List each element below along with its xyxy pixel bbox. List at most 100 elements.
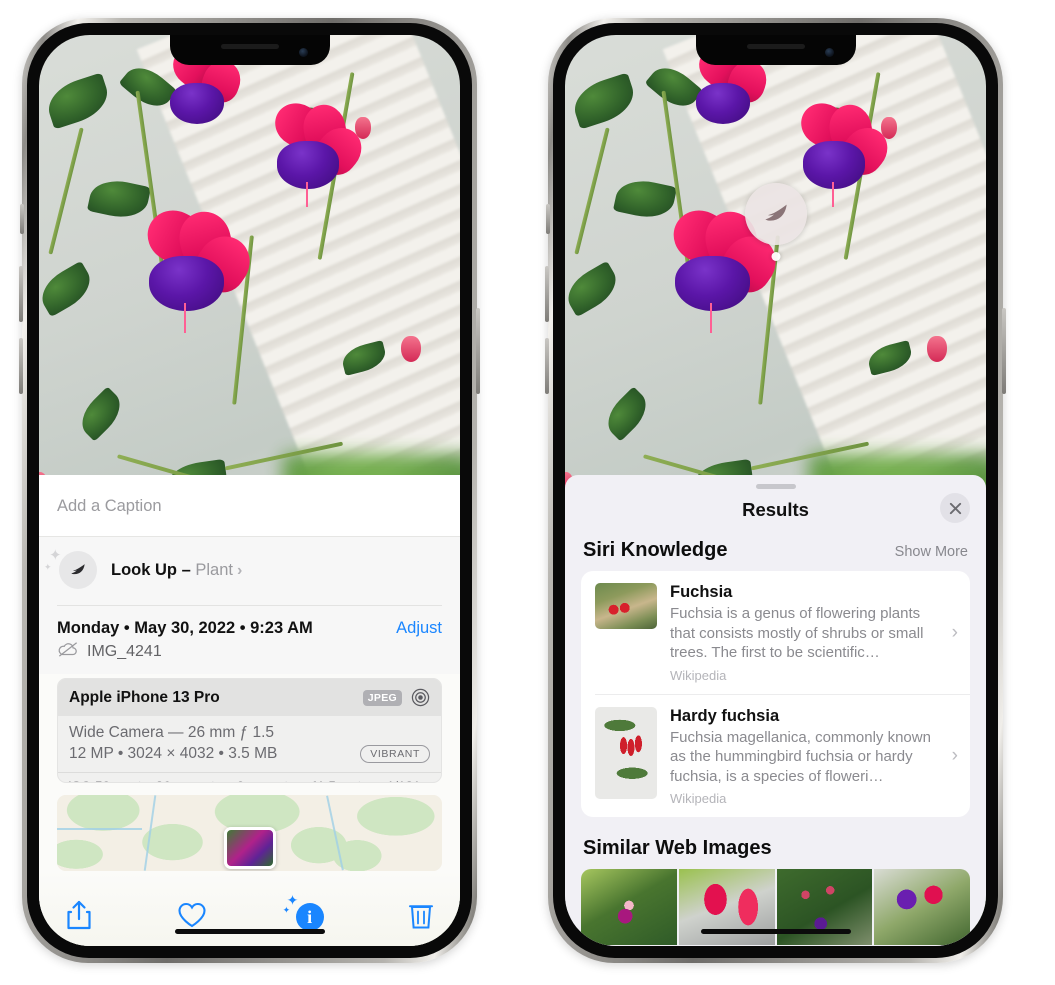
display-notch [169,35,330,65]
photo-info-sheet: Add a Caption ✦ ✦ Look Up – Plant › Mond… [39,475,460,946]
info-badge: i [295,903,324,932]
siri-knowledge-header: Siri Knowledge Show More [565,537,986,571]
aperture-icon [411,688,430,707]
location-map[interactable] [57,794,442,871]
volume-down-button[interactable] [19,338,23,394]
screenshot-stage: Add a Caption ✦ ✦ Look Up – Plant › Mond… [0,0,1055,985]
file-name: IMG_4241 [87,642,162,660]
metadata-date-row: Monday • May 30, 2022 • 9:23 AM Adjust [57,606,442,641]
results-sheet: Results Siri Knowledge Show More Fuchsia… [565,475,986,946]
exif-stats-row: ISO 50 | 26 mm | 0 ev | ƒ1.5 | 1/181 s [58,772,441,782]
front-camera [298,48,308,57]
look-up-subject: Plant [195,560,233,579]
image-size-info: 12 MP • 3024 × 4032 • 3.5 MB [69,745,278,762]
chevron-right-icon: › [951,745,958,767]
leaf [73,386,129,442]
caption-input[interactable]: Add a Caption [39,475,460,537]
leaf [565,260,624,318]
silent-switch[interactable] [546,204,550,234]
leaf-icon [59,551,97,589]
chevron-right-icon: › [236,561,243,579]
stem [48,127,84,255]
sparkle-icon: ✦ [282,905,291,916]
stem [574,127,610,255]
result-text: Fuchsia Fuchsia is a genus of flowering … [670,583,935,683]
exif-stat-aperture: ƒ1.5 [288,779,358,782]
metadata-block: Monday • May 30, 2022 • 9:23 AM Adjust I… [39,605,460,674]
exif-stat-ev: 0 ev [215,779,285,782]
cloud-slash-icon [57,641,79,662]
power-button[interactable] [1002,308,1006,394]
volume-up-button[interactable] [19,266,23,322]
fuchsia-flower [788,94,897,207]
volume-down-button[interactable] [545,338,549,394]
phone-bezel-left: Add a Caption ✦ ✦ Look Up – Plant › Mond… [27,23,472,958]
share-icon[interactable] [65,899,93,931]
exif-header: Apple iPhone 13 Pro JPEG [58,679,441,716]
exif-header-badges: JPEG [362,688,430,707]
map-photo-pin[interactable] [223,826,276,869]
photo-date: Monday • May 30, 2022 • 9:23 AM [57,619,313,637]
close-icon[interactable] [940,493,970,523]
volume-up-button[interactable] [545,266,549,322]
earpiece-speaker [746,44,805,49]
exif-stat-focal: 26 mm [141,779,211,782]
info-sparkle-icon[interactable]: ✦ ✦ i [283,892,324,932]
lens-info: Wide Camera — 26 mm ƒ 1.5 [69,724,275,741]
list-item[interactable]: Fuchsia Fuchsia is a genus of flowering … [581,571,970,694]
chevron-right-icon: › [951,621,958,643]
heart-icon[interactable] [177,901,207,929]
power-button[interactable] [476,308,480,394]
flower-bud [927,335,948,362]
similar-image-thumbnail[interactable] [581,869,677,945]
phone-bezel-right: Results Siri Knowledge Show More Fuchsia… [553,23,998,958]
list-item[interactable]: Hardy fuchsia Fuchsia magellanica, commo… [595,693,970,818]
sparkle-icon: ✦ [44,562,52,572]
similar-web-images-header: Similar Web Images [565,817,986,869]
earpiece-speaker [220,44,279,49]
leaf [612,175,677,223]
look-up-row[interactable]: ✦ ✦ Look Up – Plant › [39,537,460,605]
photographic-style-badge: VIBRANT [360,745,430,763]
look-up-icon-wrap: ✦ ✦ [44,547,97,589]
result-description: Fuchsia magellanica, commonly known as t… [670,728,931,785]
result-source: Wikipedia [670,791,727,806]
display-notch [695,35,856,65]
leaf [599,386,655,442]
flower-bud [354,116,371,139]
exif-size-row: 12 MP • 3024 × 4032 • 3.5 MB VIBRANT [69,745,430,763]
screen-left: Add a Caption ✦ ✦ Look Up – Plant › Mond… [39,35,460,946]
leaf [39,260,98,318]
silent-switch[interactable] [20,204,24,234]
fuchsia-flower [132,201,260,333]
result-thumbnail [595,583,657,629]
leaf-icon [764,204,787,221]
result-title: Hardy fuchsia [670,706,780,725]
leaf [42,71,115,130]
exif-stat-shutter: 1/181 s [361,779,431,782]
camera-device: Apple iPhone 13 Pro [69,688,220,706]
exif-card[interactable]: Apple iPhone 13 Pro JPEG Wide Camera — 2… [57,678,442,783]
home-indicator[interactable] [700,928,851,934]
similar-image-thumbnail[interactable] [874,869,970,945]
format-badge: JPEG [362,689,402,706]
look-up-label: Look Up – Plant › [111,561,242,580]
front-camera [824,48,834,57]
leaf [86,175,151,223]
map-waterway [57,828,142,831]
show-more-button[interactable]: Show More [895,544,968,560]
trash-icon[interactable] [408,900,434,930]
flower-bud [401,335,422,362]
results-header: Results [565,489,986,537]
exif-body: Wide Camera — 26 mm ƒ 1.5 12 MP • 3024 ×… [58,716,441,772]
result-text: Hardy fuchsia Fuchsia magellanica, commo… [670,707,935,807]
fuchsia-flower [262,94,371,207]
result-title: Fuchsia [670,583,733,601]
iphone-right: Results Siri Knowledge Show More Fuchsia… [545,18,1006,963]
adjust-button[interactable]: Adjust [396,619,442,638]
visual-lookup-badge[interactable] [744,183,807,245]
home-indicator[interactable] [174,928,325,934]
results-title: Results [742,499,809,520]
photo-toolbar: ✦ ✦ i [39,870,460,946]
result-description: Fuchsia is a genus of flowering plants t… [670,605,924,661]
